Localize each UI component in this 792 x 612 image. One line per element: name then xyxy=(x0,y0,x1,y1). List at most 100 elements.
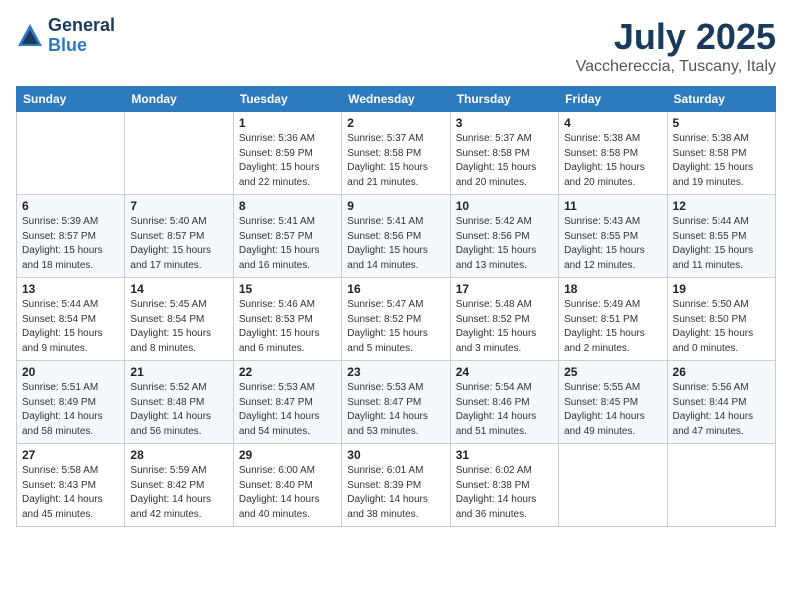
day-number: 22 xyxy=(239,365,336,379)
day-number: 18 xyxy=(564,282,661,296)
weekday-header-thursday: Thursday xyxy=(450,87,558,112)
day-info: Sunrise: 5:55 AM Sunset: 8:45 PM Dayligh… xyxy=(564,381,661,439)
day-number: 4 xyxy=(564,116,661,130)
day-number: 8 xyxy=(239,199,336,213)
day-number: 15 xyxy=(239,282,336,296)
calendar-cell: 5Sunrise: 5:38 AM Sunset: 8:58 PM Daylig… xyxy=(667,112,775,195)
weekday-header-saturday: Saturday xyxy=(667,87,775,112)
day-number: 23 xyxy=(347,365,444,379)
calendar-cell: 29 Sunrise: 6:00 AM Sunset: 8:40 PM Dayli… xyxy=(233,444,341,527)
logo-icon xyxy=(16,22,44,50)
calendar-cell: 27 Sunrise: 5:58 AM Sunset: 8:43 PM Dayli… xyxy=(17,444,125,527)
day-number: 29 xyxy=(239,448,336,462)
day-info: Sunrise: 6:02 AM Sunset: 8:38 PM Dayligh… xyxy=(456,464,553,522)
weekday-header-monday: Monday xyxy=(125,87,233,112)
day-number: 1 xyxy=(239,116,336,130)
day-number: 12 xyxy=(673,199,770,213)
calendar-cell: 11Sunrise: 5:43 AM Sunset: 8:55 PM Dayli… xyxy=(559,195,667,278)
calendar-cell: 20 Sunrise: 5:51 AM Sunset: 8:49 PM Dayli… xyxy=(17,361,125,444)
day-info: Sunrise: 5:59 AM Sunset: 8:42 PM Dayligh… xyxy=(130,464,227,522)
calendar-cell: 3 Sunrise: 5:37 AM Sunset: 8:58 PM Daylig… xyxy=(450,112,558,195)
day-number: 13 xyxy=(22,282,119,296)
calendar-cell: 16Sunrise: 5:47 AM Sunset: 8:52 PM Dayli… xyxy=(342,278,450,361)
day-number: 14 xyxy=(130,282,227,296)
calendar-cell: 7 Sunrise: 5:40 AM Sunset: 8:57 PM Daylig… xyxy=(125,195,233,278)
logo: General Blue xyxy=(16,16,115,56)
day-info: Sunrise: 5:56 AM Sunset: 8:44 PM Dayligh… xyxy=(673,381,770,439)
calendar-cell: 12 Sunrise: 5:44 AM Sunset: 8:55 PM Dayli… xyxy=(667,195,775,278)
calendar-cell: 28Sunrise: 5:59 AM Sunset: 8:42 PM Dayli… xyxy=(125,444,233,527)
day-info: Sunrise: 5:44 AM Sunset: 8:55 PM Dayligh… xyxy=(673,215,770,273)
weekday-header-friday: Friday xyxy=(559,87,667,112)
calendar-cell: 30 Sunrise: 6:01 AM Sunset: 8:39 PM Dayli… xyxy=(342,444,450,527)
day-info: Sunrise: 6:00 AM Sunset: 8:40 PM Dayligh… xyxy=(239,464,336,522)
day-number: 25 xyxy=(564,365,661,379)
calendar-cell: 24 Sunrise: 5:54 AM Sunset: 8:46 PM Dayli… xyxy=(450,361,558,444)
day-info: Sunrise: 5:42 AM Sunset: 8:56 PM Dayligh… xyxy=(456,215,553,273)
day-info: Sunrise: 5:54 AM Sunset: 8:46 PM Dayligh… xyxy=(456,381,553,439)
calendar-week-row: 13 Sunrise: 5:44 AM Sunset: 8:54 PM Dayli… xyxy=(17,278,776,361)
calendar-cell: 10 Sunrise: 5:42 AM Sunset: 8:56 PM Dayli… xyxy=(450,195,558,278)
calendar-cell: 6Sunrise: 5:39 AM Sunset: 8:57 PM Daylig… xyxy=(17,195,125,278)
calendar-cell: 25 Sunrise: 5:55 AM Sunset: 8:45 PM Dayli… xyxy=(559,361,667,444)
calendar-cell xyxy=(559,444,667,527)
calendar-cell: 9 Sunrise: 5:41 AM Sunset: 8:56 PM Daylig… xyxy=(342,195,450,278)
calendar-table: SundayMondayTuesdayWednesdayThursdayFrid… xyxy=(16,86,776,527)
weekday-header-row: SundayMondayTuesdayWednesdayThursdayFrid… xyxy=(17,87,776,112)
day-info: Sunrise: 5:36 AM Sunset: 8:59 PM Dayligh… xyxy=(239,132,336,190)
day-info: Sunrise: 5:41 AM Sunset: 8:56 PM Dayligh… xyxy=(347,215,444,273)
day-info: Sunrise: 5:45 AM Sunset: 8:54 PM Dayligh… xyxy=(130,298,227,356)
calendar-cell xyxy=(667,444,775,527)
day-info: Sunrise: 5:43 AM Sunset: 8:55 PM Dayligh… xyxy=(564,215,661,273)
calendar-week-row: 6Sunrise: 5:39 AM Sunset: 8:57 PM Daylig… xyxy=(17,195,776,278)
calendar-cell: 13 Sunrise: 5:44 AM Sunset: 8:54 PM Dayli… xyxy=(17,278,125,361)
location-title: Vacchereccia, Tuscany, Italy xyxy=(576,58,776,76)
month-title: July 2025 xyxy=(576,16,776,58)
calendar-cell: 18 Sunrise: 5:49 AM Sunset: 8:51 PM Dayli… xyxy=(559,278,667,361)
day-info: Sunrise: 5:52 AM Sunset: 8:48 PM Dayligh… xyxy=(130,381,227,439)
day-info: Sunrise: 5:44 AM Sunset: 8:54 PM Dayligh… xyxy=(22,298,119,356)
day-number: 21 xyxy=(130,365,227,379)
day-info: Sunrise: 5:51 AM Sunset: 8:49 PM Dayligh… xyxy=(22,381,119,439)
calendar-cell: 21 Sunrise: 5:52 AM Sunset: 8:48 PM Dayli… xyxy=(125,361,233,444)
day-number: 7 xyxy=(130,199,227,213)
calendar-week-row: 1 Sunrise: 5:36 AM Sunset: 8:59 PM Daylig… xyxy=(17,112,776,195)
calendar-cell: 31 Sunrise: 6:02 AM Sunset: 8:38 PM Dayli… xyxy=(450,444,558,527)
calendar-cell: 4Sunrise: 5:38 AM Sunset: 8:58 PM Daylig… xyxy=(559,112,667,195)
calendar-cell: 15Sunrise: 5:46 AM Sunset: 8:53 PM Dayli… xyxy=(233,278,341,361)
day-number: 2 xyxy=(347,116,444,130)
day-number: 31 xyxy=(456,448,553,462)
day-number: 30 xyxy=(347,448,444,462)
day-info: Sunrise: 6:01 AM Sunset: 8:39 PM Dayligh… xyxy=(347,464,444,522)
day-number: 3 xyxy=(456,116,553,130)
day-info: Sunrise: 5:40 AM Sunset: 8:57 PM Dayligh… xyxy=(130,215,227,273)
weekday-header-tuesday: Tuesday xyxy=(233,87,341,112)
day-info: Sunrise: 5:53 AM Sunset: 8:47 PM Dayligh… xyxy=(239,381,336,439)
day-number: 9 xyxy=(347,199,444,213)
logo-blue-text: Blue xyxy=(48,36,115,56)
day-info: Sunrise: 5:37 AM Sunset: 8:58 PM Dayligh… xyxy=(456,132,553,190)
day-info: Sunrise: 5:47 AM Sunset: 8:52 PM Dayligh… xyxy=(347,298,444,356)
calendar-week-row: 20 Sunrise: 5:51 AM Sunset: 8:49 PM Dayli… xyxy=(17,361,776,444)
calendar-cell: 8Sunrise: 5:41 AM Sunset: 8:57 PM Daylig… xyxy=(233,195,341,278)
day-info: Sunrise: 5:50 AM Sunset: 8:50 PM Dayligh… xyxy=(673,298,770,356)
calendar-cell: 1 Sunrise: 5:36 AM Sunset: 8:59 PM Daylig… xyxy=(233,112,341,195)
day-number: 26 xyxy=(673,365,770,379)
day-number: 10 xyxy=(456,199,553,213)
calendar-week-row: 27 Sunrise: 5:58 AM Sunset: 8:43 PM Dayli… xyxy=(17,444,776,527)
day-info: Sunrise: 5:58 AM Sunset: 8:43 PM Dayligh… xyxy=(22,464,119,522)
day-info: Sunrise: 5:37 AM Sunset: 8:58 PM Dayligh… xyxy=(347,132,444,190)
day-number: 24 xyxy=(456,365,553,379)
calendar-cell: 23Sunrise: 5:53 AM Sunset: 8:47 PM Dayli… xyxy=(342,361,450,444)
weekday-header-sunday: Sunday xyxy=(17,87,125,112)
day-number: 6 xyxy=(22,199,119,213)
page-header: General Blue July 2025 Vacchereccia, Tus… xyxy=(16,16,776,76)
day-info: Sunrise: 5:49 AM Sunset: 8:51 PM Dayligh… xyxy=(564,298,661,356)
calendar-cell xyxy=(17,112,125,195)
calendar-cell: 17Sunrise: 5:48 AM Sunset: 8:52 PM Dayli… xyxy=(450,278,558,361)
day-number: 27 xyxy=(22,448,119,462)
title-block: July 2025 Vacchereccia, Tuscany, Italy xyxy=(576,16,776,76)
logo-general-text: General xyxy=(48,16,115,36)
day-number: 20 xyxy=(22,365,119,379)
calendar-cell: 22 Sunrise: 5:53 AM Sunset: 8:47 PM Dayli… xyxy=(233,361,341,444)
